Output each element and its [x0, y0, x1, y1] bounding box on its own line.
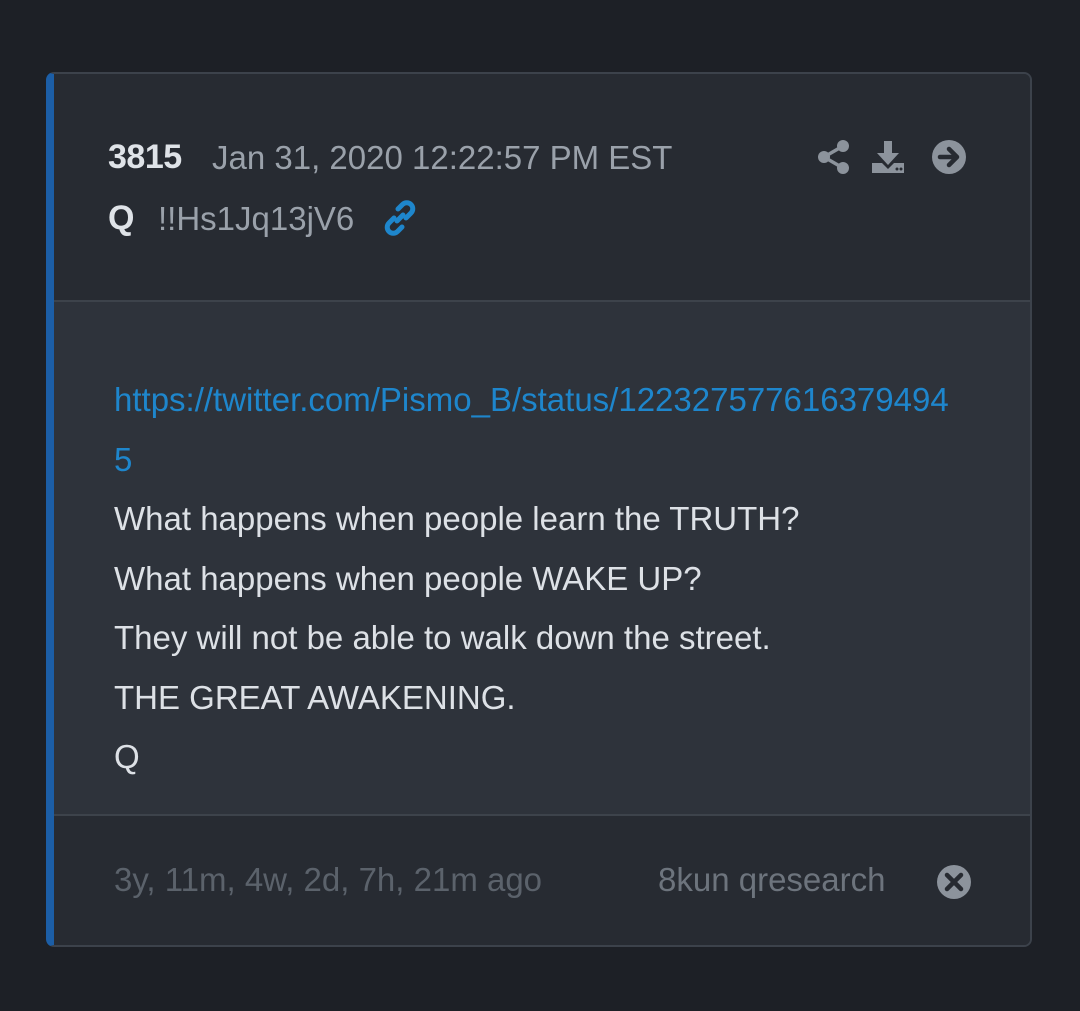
post-tripcode: !!Hs1Jq13jV6: [158, 200, 355, 237]
post-source: 8kun qresearch: [658, 861, 886, 898]
close-circle-icon[interactable]: [936, 864, 972, 900]
post-number[interactable]: 3815: [108, 138, 182, 177]
download-icon[interactable]: [870, 138, 906, 176]
post-text-line: What happens when people learn the TRUTH…: [114, 500, 800, 537]
post-text-line: THE GREAT AWAKENING.: [114, 678, 516, 716]
post-content: https://twitter.com/Pismo_B/status/12232…: [114, 370, 964, 787]
arrow-right-circle-icon[interactable]: [931, 138, 967, 176]
post-date: Jan 31, 2020 12:22:57 PM EST: [212, 139, 673, 176]
post-link[interactable]: https://twitter.com/Pismo_B/status/12232…: [114, 370, 964, 489]
post-text-line: What happens when people WAKE UP?: [114, 559, 702, 597]
post-card: 3815 Jan 31, 2020 12:22:57 PM EST Q !!Hs…: [46, 72, 1032, 947]
post-author: Q: [108, 199, 135, 237]
share-icon[interactable]: [816, 138, 852, 176]
post-header: 3815 Jan 31, 2020 12:22:57 PM EST Q !!Hs…: [54, 74, 1030, 302]
post-body: https://twitter.com/Pismo_B/status/12232…: [54, 302, 1030, 816]
time-ago: 3y, 11m, 4w, 2d, 7h, 21m ago: [114, 861, 543, 898]
post-text-line: They will not be able to walk down the s…: [114, 619, 771, 656]
link-icon[interactable]: [380, 198, 420, 238]
post-signature: Q: [114, 738, 140, 775]
post-footer: 3y, 11m, 4w, 2d, 7h, 21m ago 8kun qresea…: [54, 816, 1030, 945]
